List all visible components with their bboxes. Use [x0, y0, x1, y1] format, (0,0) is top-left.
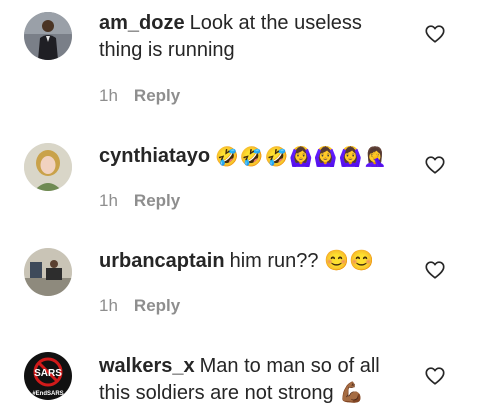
heart-icon[interactable] [424, 23, 446, 45]
comment-meta: 1h Reply [99, 296, 180, 316]
comment-time: 1h [99, 191, 118, 210]
reply-button[interactable]: Reply [134, 296, 180, 315]
avatar[interactable] [24, 12, 72, 60]
end-sars-logo-subtext: #EndSARS [32, 391, 63, 397]
avatar[interactable] [24, 248, 72, 296]
comment-text-block: walkers_x Man to man so of all this soldi… [99, 353, 409, 407]
heart-icon[interactable] [424, 365, 446, 387]
comment-text-block: am_doze Look at the useless thing is runn… [99, 10, 409, 64]
comment-body: 🤣🤣🤣🙆‍♀️🙆‍♀️🙆‍♀️🤦‍♀️ [215, 147, 388, 168]
reply-button[interactable]: Reply [134, 86, 180, 105]
reply-button[interactable]: Reply [134, 191, 180, 210]
comment-meta: 1h Reply [99, 86, 180, 106]
avatar[interactable] [24, 143, 72, 191]
avatar[interactable]: SARS #EndSARS [24, 352, 72, 400]
comment-text-block: cynthiatayo 🤣🤣🤣🙆‍♀️🙆‍♀️🙆‍♀️🤦‍♀️ [99, 143, 409, 171]
heart-icon[interactable] [424, 259, 446, 281]
comment-meta: 1h Reply [99, 191, 180, 211]
end-sars-logo-text: SARS [34, 368, 62, 379]
comments-list: am_doze Look at the useless thing is runn… [0, 0, 480, 420]
comment-username[interactable]: urbancaptain [99, 250, 225, 272]
comment-text-block: urbancaptain him run?? 😊😊 [99, 248, 409, 275]
comment-time: 1h [99, 86, 118, 105]
comment-username[interactable]: am_doze [99, 12, 185, 34]
heart-icon[interactable] [424, 154, 446, 176]
comment-username[interactable]: walkers_x [99, 355, 195, 377]
comment-username[interactable]: cynthiatayo [99, 145, 210, 167]
comment-body: him run?? 😊😊 [229, 250, 374, 272]
comment-time: 1h [99, 296, 118, 315]
